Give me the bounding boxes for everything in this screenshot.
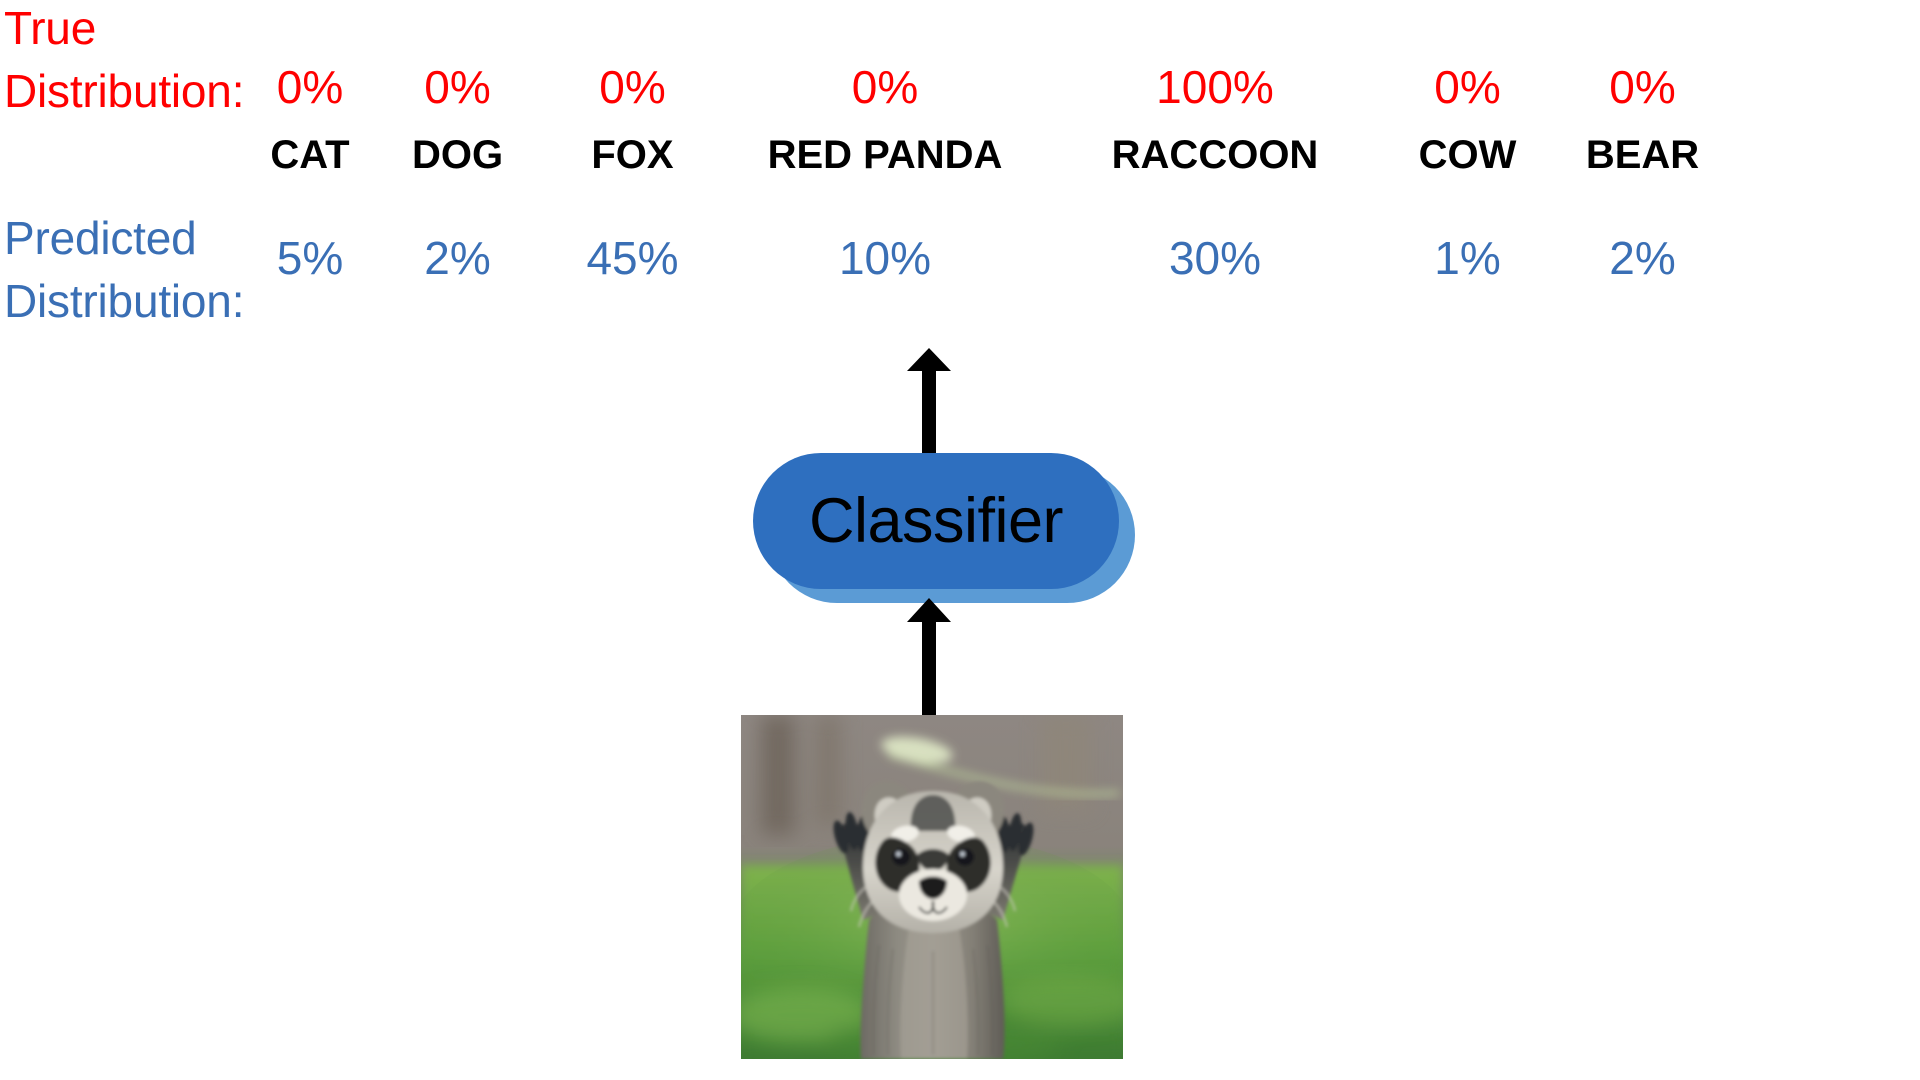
- true-distribution-label-line1: True: [4, 2, 97, 54]
- predicted-distribution-label: Predicted Distribution:: [4, 207, 244, 333]
- true-value-cat: 0%: [276, 61, 344, 113]
- true-distribution-label: True Distribution:: [4, 0, 244, 123]
- predicted-value-fox: 45%: [586, 232, 679, 284]
- class-label-dog: DOG: [411, 133, 504, 177]
- true-value-bear: 0%: [1609, 61, 1676, 113]
- true-value-fox: 0%: [599, 61, 666, 113]
- predicted-value-cat: 5%: [276, 232, 344, 284]
- classifier-label: Classifier: [808, 485, 1064, 556]
- class-labels-row: CAT DOG FOX RED PANDA RACCOON COW BEAR: [250, 128, 1920, 182]
- class-label-red-panda: RED PANDA: [767, 133, 1003, 177]
- predicted-distribution-label-line1: Predicted: [4, 212, 197, 264]
- class-label-cat: CAT: [270, 133, 350, 177]
- predicted-distribution-values-row: 5% 2% 45% 10% 30% 1% 2%: [250, 228, 1920, 288]
- predicted-value-red-panda: 10%: [838, 232, 932, 284]
- true-value-dog: 0%: [424, 61, 491, 113]
- class-label-raccoon: RACCOON: [1111, 133, 1319, 177]
- class-label-fox: FOX: [591, 133, 674, 177]
- input-to-classifier-arrow-icon: [906, 598, 952, 718]
- true-value-cow: 0%: [1434, 61, 1501, 113]
- classifier-box: Classifier: [753, 453, 1119, 589]
- predicted-value-bear: 2%: [1609, 232, 1676, 284]
- predicted-value-cow: 1%: [1434, 232, 1501, 284]
- true-distribution-label-line2: Distribution:: [4, 65, 245, 117]
- classifier-node: Classifier: [753, 453, 1135, 605]
- predicted-value-raccoon: 30%: [1168, 232, 1262, 284]
- predicted-value-dog: 2%: [424, 232, 491, 284]
- class-label-cow: COW: [1418, 133, 1517, 177]
- raccoon-photo: [741, 715, 1123, 1059]
- true-value-raccoon: 100%: [1156, 61, 1274, 113]
- predicted-distribution-label-line2: Distribution:: [4, 275, 245, 327]
- class-label-bear: BEAR: [1585, 133, 1700, 177]
- true-value-red-panda: 0%: [851, 61, 919, 113]
- classifier-to-output-arrow-icon: [906, 348, 952, 458]
- true-distribution-values-row: 0% 0% 0% 0% 100% 0% 0%: [250, 57, 1920, 117]
